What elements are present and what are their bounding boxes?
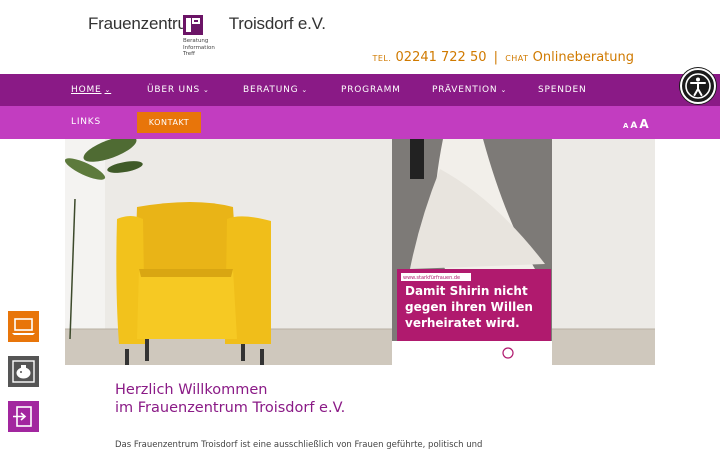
font-size-small-button[interactable]: A [623, 122, 628, 130]
nav-label: PRÄVENTION [432, 85, 498, 95]
nav-item-praevention[interactable]: PRÄVENTION ⌄ [432, 74, 507, 106]
online-counseling-link[interactable]: Onlineberatung [533, 50, 634, 65]
kontakt-button[interactable]: KONTAKT [137, 112, 201, 133]
nav-item-spenden[interactable]: SPENDEN [538, 74, 587, 106]
logo[interactable]: Frauenzentrum Troisdorf e.V. Beratung Inf… [88, 14, 326, 57]
donate-side-button[interactable] [8, 356, 39, 387]
hero-image: www.starkfürfrauen.de Damit Shirin nicht… [65, 139, 655, 365]
chevron-down-icon: ⌄ [104, 86, 112, 94]
poster-headline-line: gegen ihren Willen [405, 300, 533, 314]
poster-headline-line: verheiratet wird. [405, 316, 520, 330]
logo-mark-icon [183, 15, 203, 35]
nav-item-links[interactable]: LINKS [71, 106, 101, 139]
font-size-controls: AAA [623, 106, 651, 139]
header: Frauenzentrum Troisdorf e.V. Beratung Inf… [0, 0, 720, 74]
welcome-line-2: im Frauenzentrum Troisdorf e.V. [115, 400, 346, 416]
phone-link[interactable]: 02241 722 50 [396, 50, 487, 65]
nav-label: ÜBER UNS [147, 85, 200, 95]
contact-separator: | [493, 50, 499, 65]
nav-item-home[interactable]: HOME ⌄ [71, 74, 111, 106]
tel-label: TEL. [372, 54, 392, 63]
primary-nav: HOME ⌄ ÜBER UNS ⌄ BERATUNG ⌄ PROGRAMM PRÄVE… [0, 74, 720, 106]
chevron-down-icon: ⌄ [301, 86, 309, 94]
online-counseling-side-button[interactable] [8, 311, 39, 342]
chat-label: CHAT [505, 54, 529, 63]
poster-url: www.starkfürfrauen.de [403, 275, 460, 281]
welcome-line-1: Herzlich Willkommen [115, 382, 268, 398]
accessibility-button[interactable] [680, 68, 716, 104]
hero-illustration: www.starkfürfrauen.de Damit Shirin nicht… [65, 139, 655, 365]
poster-headline-line: Damit Shirin nicht [405, 284, 528, 298]
accessibility-icon [685, 73, 711, 99]
chevron-down-icon: ⌄ [500, 86, 508, 94]
logo-tagline: Beratung Information Treff [183, 38, 215, 58]
logo-text: Frauenzentrum Troisdorf e.V. [88, 14, 326, 34]
nav-item-programm[interactable]: PROGRAMM [341, 74, 401, 106]
secondary-nav: LINKS KONTAKT AAA [0, 106, 720, 139]
contact-bar: TEL. 02241 722 50 | CHAT Onlineberatung [372, 50, 634, 65]
campaign-poster [392, 139, 552, 365]
nav-item-ueber-uns[interactable]: ÜBER UNS ⌄ [147, 74, 210, 106]
intro-text: Das Frauenzentrum Troisdorf ist eine aus… [115, 440, 483, 450]
welcome-heading: Herzlich Willkommen im Frauenzentrum Tro… [115, 381, 345, 417]
nav-label: BERATUNG [243, 85, 299, 95]
logo-name-part2: Troisdorf e.V. [228, 14, 326, 33]
font-size-large-button[interactable]: A [639, 117, 648, 131]
piggy-bank-icon [8, 356, 39, 387]
nav-item-beratung[interactable]: BERATUNG ⌄ [243, 74, 308, 106]
nav-label: PROGRAMM [341, 85, 401, 95]
chevron-down-icon: ⌄ [203, 86, 210, 94]
laptop-icon [8, 311, 39, 342]
nav-label: SPENDEN [538, 85, 587, 95]
font-size-medium-button[interactable]: A [630, 121, 637, 131]
tagline-line: Treff [183, 51, 195, 57]
quick-exit-side-button[interactable] [8, 401, 39, 432]
nav-label: HOME [71, 85, 102, 95]
exit-icon [8, 401, 39, 432]
